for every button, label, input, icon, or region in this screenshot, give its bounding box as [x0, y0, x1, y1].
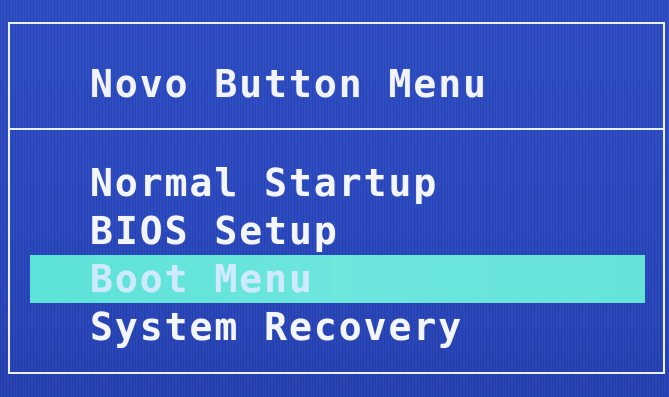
- menu-item-boot-menu[interactable]: Boot Menu: [30, 255, 645, 303]
- menu-item-bios-setup[interactable]: BIOS Setup: [10, 207, 663, 255]
- novo-menu-dialog: Novo Button Menu Normal Startup BIOS Set…: [8, 22, 665, 374]
- bios-screen: Novo Button Menu Normal Startup BIOS Set…: [0, 0, 669, 397]
- menu-item-system-recovery[interactable]: System Recovery: [10, 303, 663, 351]
- menu-title-bar: Novo Button Menu: [10, 24, 663, 128]
- title-divider: [10, 128, 663, 130]
- menu-title: Novo Button Menu: [90, 62, 489, 106]
- menu-items: Normal Startup BIOS Setup Boot Menu Syst…: [10, 159, 663, 351]
- menu-item-normal-startup[interactable]: Normal Startup: [10, 159, 663, 207]
- menu-bottom-gap: [10, 346, 663, 372]
